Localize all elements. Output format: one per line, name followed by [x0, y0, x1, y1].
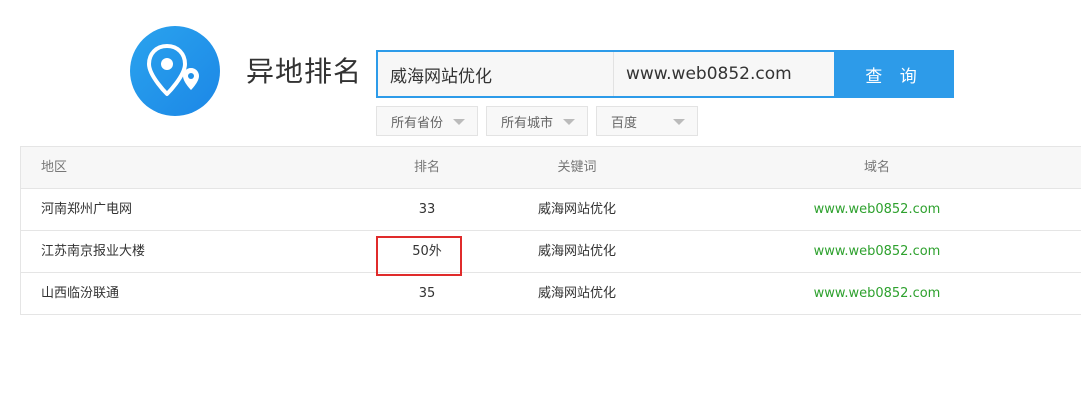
rank-cell: 50外 [412, 244, 442, 259]
domain-cell: www.web0852.com [813, 202, 941, 217]
search-bar: 查 询 [376, 50, 954, 98]
chevron-down-icon [453, 119, 465, 125]
engine-select-label: 百度 [611, 115, 638, 131]
header-keyword: 关键词 [557, 160, 597, 175]
region-cell: 江苏南京报业大楼 [41, 244, 146, 259]
results-table: 地区 排名 关键词 域名 河南郑州广电网 33 威海网站优化 www.web08… [20, 146, 1081, 315]
keyword-cell: 威海网站优化 [537, 244, 616, 259]
region-cell: 山西临汾联通 [41, 286, 120, 301]
rank-cell: 35 [418, 286, 436, 301]
table-header: 地区 排名 关键词 域名 [21, 147, 1081, 189]
logo [130, 26, 220, 116]
search-button[interactable]: 查 询 [834, 50, 954, 98]
domain-cell: www.web0852.com [813, 286, 941, 301]
rank-cell: 33 [418, 202, 436, 217]
table-row: 江苏南京报业大楼 50外 威海网站优化 www.web0852.com [21, 231, 1081, 273]
table-row: 河南郑州广电网 33 威海网站优化 www.web0852.com [21, 189, 1081, 231]
map-pin-icon [147, 44, 199, 96]
header-rank: 排名 [413, 160, 440, 175]
keyword-cell: 威海网站优化 [537, 202, 616, 217]
page-title: 异地排名 [246, 55, 363, 88]
keyword-input[interactable] [378, 52, 614, 96]
chevron-down-icon [673, 119, 685, 125]
domain-input[interactable] [614, 52, 836, 96]
header-region: 地区 [41, 160, 68, 175]
engine-select[interactable]: 百度 [596, 106, 698, 136]
city-select[interactable]: 所有城市 [486, 106, 588, 136]
header-domain: 域名 [863, 160, 890, 175]
keyword-cell: 威海网站优化 [537, 286, 616, 301]
region-cell: 河南郑州广电网 [41, 202, 133, 217]
province-select-label: 所有省份 [391, 115, 444, 131]
table-row: 山西临汾联通 35 威海网站优化 www.web0852.com [21, 273, 1081, 315]
province-select[interactable]: 所有省份 [376, 106, 478, 136]
domain-cell: www.web0852.com [813, 244, 941, 259]
chevron-down-icon [563, 119, 575, 125]
city-select-label: 所有城市 [501, 115, 554, 131]
